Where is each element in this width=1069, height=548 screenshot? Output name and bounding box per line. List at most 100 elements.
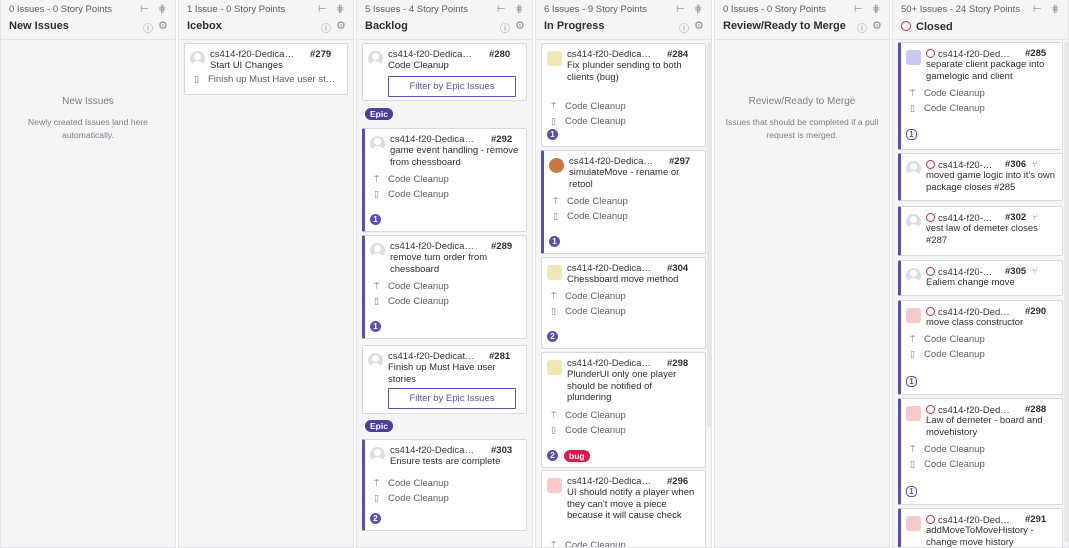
bug-label[interactable]: bug [564,450,590,462]
issue-number[interactable]: #292 [491,134,512,145]
issue-title[interactable]: Ealiem change move [926,277,1058,289]
avatar [368,51,383,66]
issue-title[interactable]: game event handling - remove from chessb… [390,145,522,168]
pin-icon[interactable]: ⋕ [158,4,166,15]
info-icon[interactable]: ⓘ [857,20,867,35]
issue-number[interactable]: #304 [667,263,688,274]
issue-title[interactable]: Fix plunder sending to both clients (bug… [567,60,699,83]
gear-icon[interactable]: ⚙ [158,19,168,32]
issue-card[interactable]: cs414-f20-… #302 ⑂ vest law of demeter clos… [898,206,1063,256]
pin-icon[interactable]: ⋕ [336,4,344,15]
pin-icon[interactable]: ⋕ [694,4,702,15]
collapse-icon[interactable]: ⊢ [318,4,327,15]
collapse-icon[interactable]: ⊢ [854,4,863,15]
pipeline-icon: ⍑ [553,196,559,206]
repo-name: cs414-f20-Dedica… [390,241,474,252]
issue-title[interactable]: Start UI Changes [210,60,341,72]
filter-by-epic-button[interactable]: Filter by Epic Issues [388,76,516,97]
issue-card[interactable]: cs414-f20-Ded… #291 addMoveToMoveHistory -… [898,508,1063,547]
pipeline-issue-count: 1 Issue - 0 Story Points [187,4,286,15]
info-icon[interactable]: ⓘ [500,20,510,35]
issue-title[interactable]: Finish up Must Have user stories [388,362,520,385]
scrollbar[interactable] [707,42,711,427]
issue-title[interactable]: vest law of demeter closes #287 [926,223,1058,246]
card-epic: ▯ Code Cleanup [374,493,449,504]
issue-number[interactable]: #305 [1005,266,1026,277]
issue-number[interactable]: #281 [489,351,510,362]
issue-number[interactable]: #285 [1025,48,1046,59]
pipeline-column: 6 Issues - 9 Story Points In Progress ⊢ ⋕ ⓘ ⚙… [535,0,712,548]
issue-number[interactable]: #291 [1025,514,1046,525]
collapse-icon[interactable]: ⊢ [497,4,506,15]
info-icon[interactable]: ⓘ [679,20,689,35]
gear-icon[interactable]: ⚙ [872,19,882,32]
card-epic: ▯ Code Cleanup [551,116,626,127]
issue-number[interactable]: #279 [310,49,331,60]
issue-number[interactable]: #302 [1005,212,1026,223]
pin-icon[interactable]: ⋕ [1051,4,1059,15]
issue-card[interactable]: cs414-f20-Ded… #288 Law of demeter - board… [898,398,1063,505]
epic-label[interactable]: Epic [365,420,393,432]
collapse-icon[interactable]: ⊢ [676,4,685,15]
pin-icon[interactable]: ⋕ [515,4,523,15]
issue-card[interactable]: cs414-f20-Dedica… #298 PlunderUI only one … [541,352,706,468]
pipeline-title: Backlog [365,20,408,32]
issue-card[interactable]: cs414-f20-Dedica… #303 Ensure tests are co… [362,439,527,531]
info-icon[interactable]: ⓘ [143,20,153,35]
epic-icon: ▯ [374,493,379,503]
issue-title[interactable]: separate client package into gamelogic a… [926,59,1058,82]
pipeline-header: 0 Issues - 0 Story Points Review/Ready to… [715,0,889,40]
issue-number[interactable]: #306 [1005,159,1026,170]
meta-text: Code Cleanup [388,174,449,185]
issue-card[interactable]: cs414-f20-Dedica… #279 Start UI Changes ▯ Fi… [184,43,348,95]
issue-card[interactable]: cs414-f20-Dedica… #280 Code Cleanup Filter … [362,43,527,101]
issue-number[interactable]: #289 [491,241,512,252]
collapse-icon[interactable]: ⊢ [1033,4,1042,15]
issue-title[interactable]: addMoveToMoveHistory - change move histo… [926,525,1058,547]
issue-card[interactable]: cs414-f20-Ded… #285 separate client packag… [898,42,1063,150]
gear-icon[interactable]: ⚙ [336,19,346,32]
pipeline-icon: ⍑ [910,334,916,344]
scrollbar[interactable] [1064,42,1068,542]
empty-state-title: Review/Ready to Merge [748,96,856,107]
issue-title[interactable]: Law of demeter - board and movehistory [926,415,1058,438]
issue-title[interactable]: moved game logic into it's own package c… [926,170,1058,193]
issue-card[interactable]: cs414-f20-… #306 ⑂ moved game logic into it… [898,153,1063,201]
issue-number[interactable]: #296 [667,476,688,487]
issue-title[interactable]: Ensure tests are complete [390,456,522,468]
issue-card[interactable]: cs414-f20-Dedica… #297 simulateMove - rena… [541,150,706,254]
issue-title[interactable]: Chessboard move method [567,274,699,286]
pin-icon[interactable]: ⋕ [872,4,880,15]
issue-card[interactable]: cs414-f20-Dedica… #296 UI should notify a … [541,470,706,547]
collapse-icon[interactable]: ⊢ [140,4,149,15]
info-icon[interactable]: ⓘ [321,20,331,35]
gear-icon[interactable]: ⚙ [694,19,704,32]
issue-title[interactable]: remove turn order from chessboard [390,252,522,275]
issue-number[interactable]: #298 [667,358,688,369]
issue-card[interactable]: cs414-f20-Dedica… #289 remove turn order f… [362,235,527,339]
avatar [190,51,205,66]
issue-card[interactable]: cs414-f20-Ded… #290 move class constructor… [898,300,1063,395]
issue-number[interactable]: #297 [669,156,690,167]
issue-number[interactable]: #288 [1025,404,1046,415]
issue-card[interactable]: cs414-f20-Dedica… #292 game event handling… [362,128,527,232]
issue-title[interactable]: UI should notify a player when they can'… [567,487,699,522]
issue-number[interactable]: #284 [667,49,688,60]
issue-title[interactable]: move class constructor [926,317,1058,329]
issue-card[interactable]: cs414-f20-Dedicat… #281 Finish up Must Hav… [362,345,527,414]
filter-by-epic-button[interactable]: Filter by Epic Issues [388,388,516,409]
avatar [370,136,385,151]
gear-icon[interactable]: ⚙ [515,19,525,32]
issue-card[interactable]: cs414-f20-Dedica… #304 Chessboard move met… [541,257,706,349]
issue-card[interactable]: cs414-f20-Dedica… #284 Fix plunder sending… [541,43,706,147]
issue-card[interactable]: cs414-f20-… #305 ⑂ Ealiem change move [898,260,1063,296]
issue-number[interactable]: #290 [1025,306,1046,317]
issue-number[interactable]: #303 [491,445,512,456]
issue-title[interactable]: PlunderUI only one player should be noti… [567,369,699,404]
epic-label[interactable]: Epic [365,108,393,120]
issue-title[interactable]: Code Cleanup [388,60,520,72]
meta-text: Code Cleanup [924,103,985,114]
story-points-badge: 1 [906,486,917,497]
issue-number[interactable]: #280 [489,49,510,60]
issue-title[interactable]: simulateMove - rename or retool [569,167,701,190]
